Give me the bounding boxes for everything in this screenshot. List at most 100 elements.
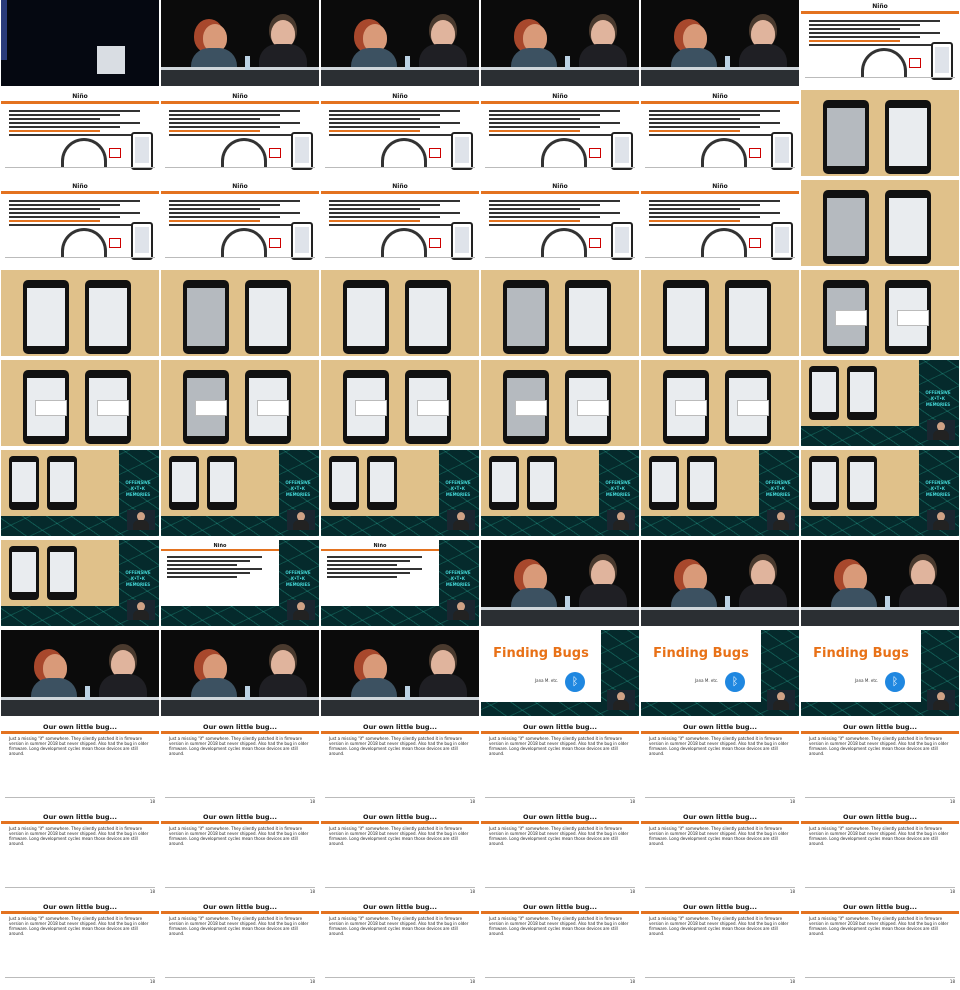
conference-logo: OFFENSIVE K•T•K MEMORIES (285, 570, 311, 587)
phone-on-table (343, 280, 389, 354)
phone-screen (652, 462, 676, 502)
frame-netphones: OFFENSIVE K•T•K MEMORIES (641, 450, 799, 536)
phone-on-table (809, 456, 839, 510)
bullet-line (169, 216, 280, 218)
slide-page-number: 18 (309, 889, 315, 894)
phone-icon (771, 222, 793, 260)
slide-body-text: Just a missing "if" somewhere. They sile… (489, 826, 629, 846)
frame-people (161, 0, 319, 86)
finding-bugs-title: Finding Bugs (493, 646, 589, 661)
water-bottle (405, 686, 410, 700)
frame-table (641, 270, 799, 356)
slide-accent-bar (321, 549, 439, 551)
frame-bug: Our own little bug... Just a missing "if"… (481, 900, 639, 986)
slide-page-number: 18 (149, 799, 155, 804)
slide-footer-rule (165, 167, 315, 168)
desk (641, 610, 799, 626)
bullet-line (329, 216, 440, 218)
bullet-line (9, 204, 120, 206)
conference-logo: OFFENSIVE K•T•K MEMORIES (925, 480, 951, 497)
projector-screen (97, 46, 125, 74)
desk (481, 70, 639, 86)
slide-title: Our own little bug... (203, 723, 277, 731)
phone-screen (347, 288, 385, 346)
slide-page-number: 18 (629, 889, 635, 894)
bullet-line (327, 568, 423, 570)
bullet-line (809, 44, 940, 46)
slide-footer-rule (805, 77, 955, 78)
frame-bug: Our own little bug... Just a missing "if"… (321, 810, 479, 896)
pairing-dialog (417, 400, 449, 416)
bullet-line (169, 122, 300, 124)
frame-table (801, 180, 959, 266)
bullet-line (327, 576, 397, 578)
frame-bug: Our own little bug... Just a missing "if"… (641, 900, 799, 986)
phone-on-table (503, 370, 549, 444)
slide-body-text: Just a missing "if" somewhere. They sile… (489, 916, 629, 936)
mitm-icon (749, 148, 761, 158)
frame-netslide: Niño OFFENSIVE K•T•K MEMORIES (161, 540, 319, 626)
phone-screen (210, 462, 234, 502)
mitm-icon (109, 238, 121, 248)
slide-accent-bar (801, 11, 959, 14)
frame-table (321, 360, 479, 446)
slide-body-text: Just a missing "if" somewhere. They sile… (809, 916, 949, 936)
phone-screen (775, 137, 789, 163)
slide-title: Niño (72, 183, 88, 190)
slide-footer-rule (325, 167, 475, 168)
slide-accent-bar (481, 821, 639, 824)
slide-page-number: 18 (309, 979, 315, 984)
slide-title: Niño (392, 93, 408, 100)
slide-footer-rule (5, 257, 155, 258)
bullet-line (9, 200, 140, 202)
slide-title: Our own little bug... (203, 903, 277, 911)
frame-people (641, 0, 799, 86)
slide-footer-rule (5, 887, 155, 888)
phone-on-table (245, 280, 291, 354)
phone-screen (729, 288, 767, 346)
bullet-line (329, 134, 460, 136)
phone-on-table (663, 370, 709, 444)
mitm-icon (269, 238, 281, 248)
slide-footer-rule (485, 797, 635, 798)
phone-on-table (343, 370, 389, 444)
phone-screen (27, 288, 65, 346)
headphones-icon (221, 138, 267, 167)
phone-screen (172, 462, 196, 502)
phone-on-table (183, 280, 229, 354)
pairing-dialog (97, 400, 129, 416)
slide-accent-bar (1, 101, 159, 104)
pairing-dialog (897, 310, 929, 326)
frame-people (481, 540, 639, 626)
slide-accent-bar (1, 191, 159, 194)
bullet-line (649, 224, 780, 226)
bullet-line (489, 110, 620, 112)
frame-people (1, 630, 159, 716)
slide-page-number: 18 (149, 889, 155, 894)
bullet-line (329, 224, 460, 226)
phone-icon (131, 222, 153, 260)
slide-title: Niño (72, 93, 88, 100)
speaker-pip-body (613, 520, 629, 530)
bullet-line (329, 212, 460, 214)
frame-bugs: Finding Bugs ᛒ Jana M. etc. (481, 630, 639, 716)
speaker-pip-body (293, 610, 309, 620)
bullet-line (649, 110, 780, 112)
slide-title: Our own little bug... (843, 903, 917, 911)
frame-netphones: OFFENSIVE K•T•K MEMORIES (321, 450, 479, 536)
slide-accent-bar (321, 911, 479, 914)
phone-screen (455, 227, 469, 253)
frame-table (641, 360, 799, 446)
bluetooth-glyph: ᛒ (731, 675, 739, 688)
frame-bug: Our own little bug... Just a missing "if"… (481, 810, 639, 896)
slide-bullets (9, 108, 151, 138)
bullet-line (169, 130, 260, 132)
bullet-line (489, 216, 600, 218)
conference-logo: OFFENSIVE K•T•K MEMORIES (445, 480, 471, 497)
slide-page-number: 18 (469, 889, 475, 894)
mitm-icon (909, 58, 921, 68)
slide-footer-rule (645, 887, 795, 888)
phone-on-table (565, 370, 611, 444)
frame-room (1, 0, 159, 86)
speaker-pip-body (933, 700, 949, 710)
